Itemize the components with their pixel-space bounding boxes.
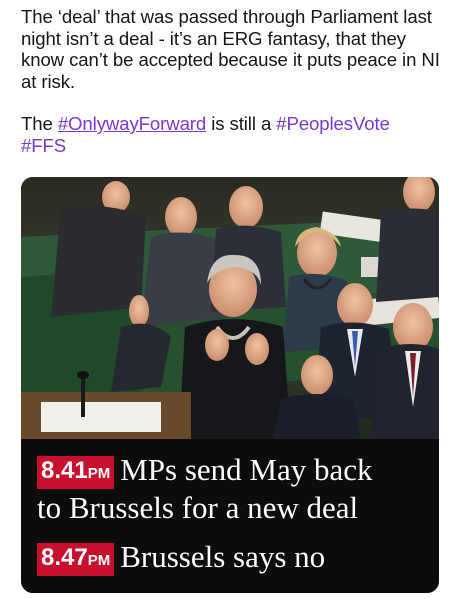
tweet-text-prefix: The [21, 113, 58, 134]
tweet-paragraph-1: The ‘deal’ that was passed through Parli… [21, 6, 440, 92]
hashtag-link-ffs[interactable]: #FFS [21, 135, 66, 156]
headline-line-3: 8.47PM Brussels says no [37, 540, 325, 576]
time-badge-841: 8.41PM [37, 456, 115, 489]
time-badge-847: 8.47PM [37, 543, 115, 576]
hashtag-link-onlywayforward[interactable]: #OnlywayForward [58, 113, 206, 134]
headline-text-3: Brussels says no [120, 539, 326, 574]
time-badge-unit: PM [87, 465, 111, 482]
tweet-text-middle: is still a [206, 113, 277, 134]
headline-text-2: to Brussels for a new deal [37, 490, 359, 525]
time-badge-time: 8.47 [41, 544, 88, 571]
headline-line-1: 8.41PM MPs send May back [37, 453, 373, 489]
tweet-media-image[interactable]: 8.41PM MPs send May back to Brussels for … [21, 177, 439, 593]
headline-text-1: MPs send May back [120, 452, 373, 487]
tweet-paragraph-2: The #OnlywayForward is still a #PeoplesV… [21, 113, 441, 156]
tweet-text: The ‘deal’ that was passed through Parli… [21, 6, 441, 156]
headline-banner: 8.41PM MPs send May back to Brussels for … [21, 439, 439, 593]
hashtag-link-peoplesvote[interactable]: #PeoplesVote [276, 113, 390, 134]
time-badge-time: 8.41 [41, 457, 88, 484]
time-badge-unit: PM [87, 552, 111, 569]
headline-line-2: to Brussels for a new deal [37, 491, 358, 525]
parliament-photo [21, 177, 439, 439]
